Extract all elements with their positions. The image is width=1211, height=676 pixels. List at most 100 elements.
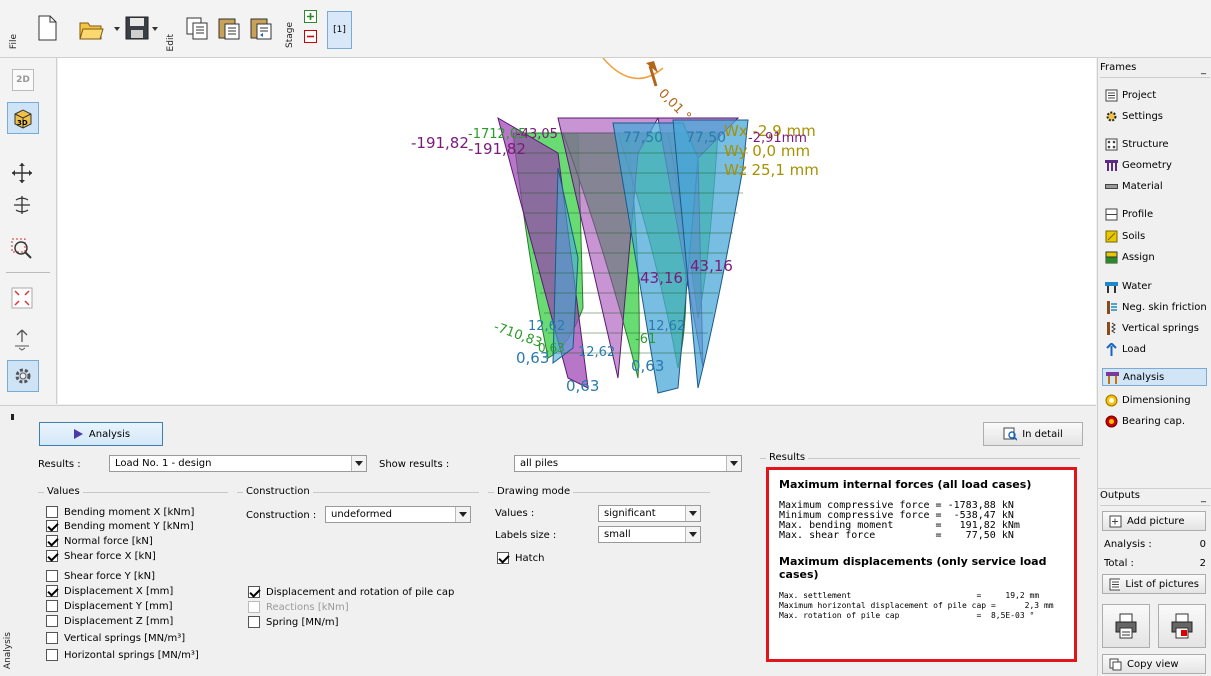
frame-project[interactable]: Project xyxy=(1105,86,1156,104)
structure-icon xyxy=(1105,138,1118,150)
displacement-unit: mm xyxy=(1029,591,1040,600)
cb-displacement-x[interactable]: Displacement X [mm] xyxy=(46,584,173,598)
save-dropdown-arrow[interactable] xyxy=(152,27,158,31)
displacement-unit: ° xyxy=(1029,611,1035,620)
frame-water[interactable]: Water xyxy=(1105,277,1152,295)
tool-separator xyxy=(6,272,50,273)
new-file-button[interactable] xyxy=(34,12,60,44)
rotate-button[interactable] xyxy=(9,192,35,218)
results-select[interactable]: Load No. 1 - design xyxy=(109,455,367,472)
cb-spring[interactable]: Spring [MN/m] xyxy=(248,615,338,629)
cb-hatch[interactable]: Hatch xyxy=(497,551,544,565)
cb-vertical-springs[interactable]: Vertical springs [MN/m³] xyxy=(46,631,185,645)
frame-profile[interactable]: Profile xyxy=(1105,205,1153,223)
label-moment-2: -191,82 xyxy=(468,140,526,158)
zoom-button[interactable] xyxy=(9,236,35,262)
analysis-count-value: 0 xyxy=(1199,539,1206,550)
analysis-run-button[interactable]: Analysis xyxy=(39,422,163,446)
cb-displacement-y[interactable]: Displacement Y [mm] xyxy=(46,599,173,613)
frames-collapse-icon[interactable]: _ xyxy=(1201,64,1206,75)
displacement-value: 19,2 xyxy=(986,591,1025,600)
frame-load[interactable]: Load xyxy=(1105,340,1146,358)
settings-tool-button[interactable] xyxy=(7,360,39,392)
construction-select[interactable]: undeformed xyxy=(325,506,471,523)
frame-bearing-cap[interactable]: Bearing cap. xyxy=(1105,412,1185,430)
print-button[interactable] xyxy=(1102,604,1150,648)
load-icon xyxy=(1106,342,1117,356)
plus-icon xyxy=(307,13,314,20)
analysis-panel-grip[interactable] xyxy=(11,414,14,420)
cb-label: Displacement Y [mm] xyxy=(64,600,173,612)
remove-stage-button[interactable] xyxy=(304,30,317,43)
labels-size-label: Labels size : xyxy=(495,530,557,541)
copy-data-button[interactable] xyxy=(184,12,210,44)
save-button[interactable] xyxy=(124,12,150,44)
print-preview-button[interactable] xyxy=(1158,604,1206,648)
open-dropdown-arrow[interactable] xyxy=(114,27,120,31)
show-results-select[interactable]: all piles xyxy=(514,455,742,472)
paste-data-button[interactable] xyxy=(216,12,242,44)
cb-bending-moment-x[interactable]: Bending moment X [kNm] xyxy=(46,505,194,519)
frame-material[interactable]: Material xyxy=(1105,177,1163,195)
force-value: 77,50 xyxy=(947,530,996,541)
frame-structure[interactable]: Structure xyxy=(1105,135,1169,153)
displacement-unit: mm xyxy=(1043,601,1054,610)
frame-settings[interactable]: Settings xyxy=(1105,107,1163,125)
cb-horizontal-springs[interactable]: Horizontal springs [MN/m³] xyxy=(46,648,199,662)
cb-displacement-rotation-pile-cap[interactable]: Displacement and rotation of pile cap xyxy=(248,585,454,599)
frame-geometry[interactable]: Geometry xyxy=(1105,156,1172,174)
cb-bending-moment-y[interactable]: Bending moment Y [kNm] xyxy=(46,519,194,533)
frame-assign[interactable]: Assign xyxy=(1105,248,1155,266)
checkbox-box xyxy=(46,600,58,612)
analysis-count-label: Analysis : xyxy=(1104,539,1152,550)
frame-label: Soils xyxy=(1122,230,1146,242)
cb-label: Shear force Y [kN] xyxy=(64,570,155,582)
cb-displacement-z[interactable]: Displacement Z [mm] xyxy=(46,614,173,628)
label-bot-3: 0,63 xyxy=(631,357,664,375)
frame-neg-skin-friction[interactable]: Neg. skin friction xyxy=(1105,298,1207,316)
paste-data-alt-button[interactable] xyxy=(248,12,274,44)
outputs-collapse-icon[interactable]: _ xyxy=(1201,492,1206,503)
cb-label: Displacement X [mm] xyxy=(64,585,174,597)
cb-label: Displacement Z [mm] xyxy=(64,615,174,627)
cb-normal-force[interactable]: Normal force [kN] xyxy=(46,534,153,548)
view-2d-button[interactable]: 2D xyxy=(12,69,34,91)
frame-soils[interactable]: Soils xyxy=(1105,227,1145,245)
cb-shear-force-y[interactable]: Shear force Y [kN] xyxy=(46,569,155,583)
in-detail-button[interactable]: In detail xyxy=(983,422,1083,446)
viewport[interactable]: -191,82 -191,82 -1712,05 -43,05 77,50 77… xyxy=(58,58,1096,404)
displacement-value: 2,3 xyxy=(1000,601,1040,610)
zoom-extents-button[interactable] xyxy=(9,285,35,311)
displacement-name: Max. rotation of pile cap xyxy=(779,611,972,620)
stage-tab-1[interactable]: [1] xyxy=(327,11,352,49)
move-button[interactable] xyxy=(9,160,35,186)
frame-analysis[interactable]: Analysis xyxy=(1102,368,1207,386)
values-select[interactable]: significant xyxy=(598,505,701,522)
pile-diagram: -191,82 -191,82 -1712,05 -43,05 77,50 77… xyxy=(411,58,819,395)
label-blue-1: 77,50 xyxy=(623,130,663,146)
add-picture-icon xyxy=(1109,515,1122,527)
list-of-pictures-button[interactable]: List of pictures xyxy=(1102,574,1206,594)
cb-label: Vertical springs [MN/m³] xyxy=(64,632,186,644)
copy-view-button[interactable]: Copy view xyxy=(1102,654,1206,674)
frame-label: Dimensioning xyxy=(1122,394,1191,406)
gear-icon xyxy=(15,368,31,384)
open-file-button[interactable] xyxy=(78,12,104,44)
file-menu-label[interactable]: File xyxy=(9,34,19,49)
labels-size-select[interactable]: small xyxy=(598,526,701,543)
label-bot-4: 0,63 xyxy=(538,341,565,355)
checkbox-box xyxy=(46,632,58,644)
frame-vertical-springs[interactable]: Vertical springs xyxy=(1105,319,1199,337)
edit-menu-label[interactable]: Edit xyxy=(166,34,176,51)
add-picture-button[interactable]: Add picture xyxy=(1102,511,1206,531)
checkbox-box-checked xyxy=(46,535,58,547)
list-of-pictures-label: List of pictures xyxy=(1125,578,1199,590)
add-stage-button[interactable] xyxy=(304,10,317,23)
in-detail-label: In detail xyxy=(1022,428,1063,440)
view-3d-button[interactable]: 3D xyxy=(7,102,39,134)
save-icon xyxy=(125,16,149,40)
section-toggle-button[interactable] xyxy=(9,324,35,354)
construction-label: Construction : xyxy=(246,510,317,521)
cb-shear-force-x[interactable]: Shear force X [kN] xyxy=(46,549,156,563)
frame-dimensioning[interactable]: Dimensioning xyxy=(1105,391,1191,409)
